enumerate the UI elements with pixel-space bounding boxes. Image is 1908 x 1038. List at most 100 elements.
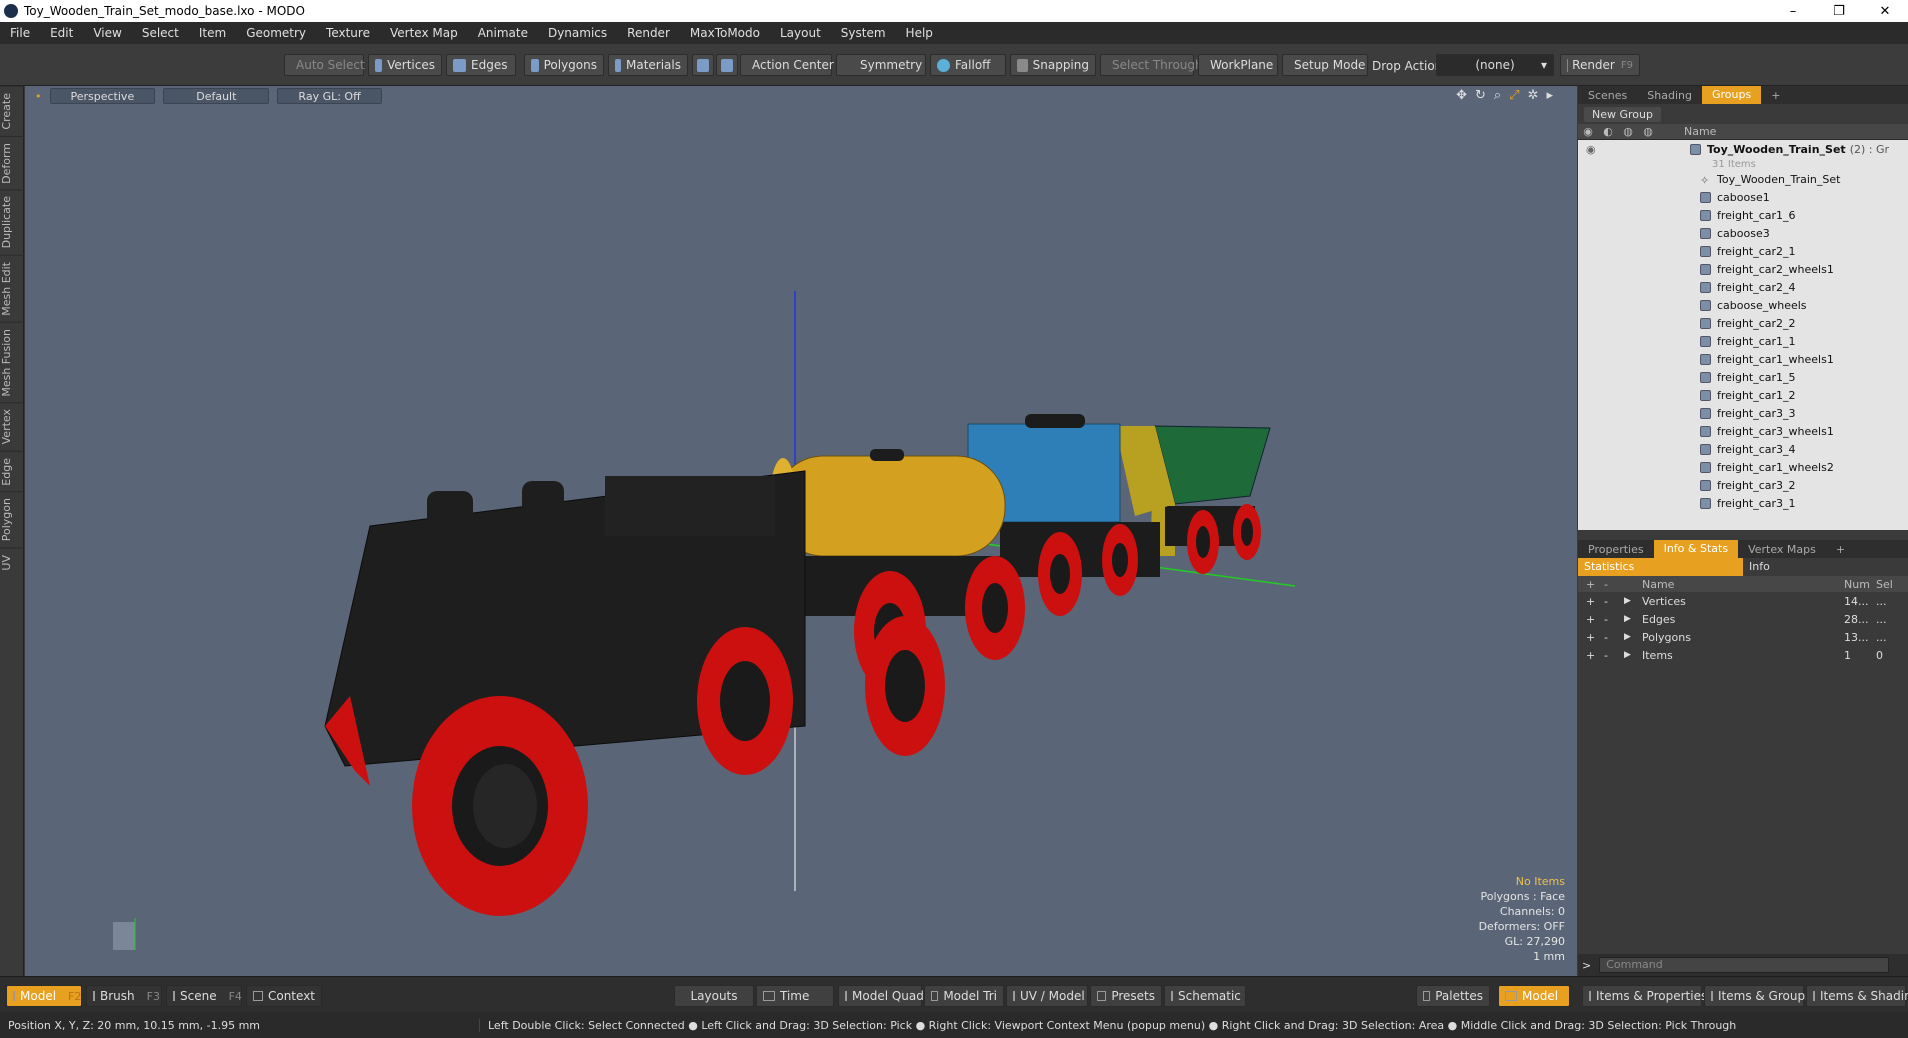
model-layout-button[interactable]: Model F2 (6, 985, 82, 1007)
collapse-icon[interactable]: - (1604, 649, 1608, 662)
list-item[interactable]: freight_car3_2 (1578, 476, 1908, 494)
tab-shading[interactable]: Shading (1637, 89, 1702, 102)
tab-polygon[interactable]: Polygon (0, 491, 24, 548)
stats-row-polygons[interactable]: + - ▶ Polygons 13... ... (1578, 628, 1908, 646)
collapse-all-icon[interactable]: - (1604, 578, 1608, 591)
menu-layout[interactable]: Layout (770, 26, 831, 40)
tab-create[interactable]: Create (0, 86, 24, 136)
tab-edge[interactable]: Edge (0, 450, 24, 492)
snapping-button[interactable]: Snapping (1010, 54, 1096, 76)
layouts-button[interactable]: Layouts (674, 985, 754, 1007)
items-properties-button[interactable]: Items & Properties (1582, 985, 1707, 1007)
schematic-button[interactable]: Schematic (1164, 985, 1246, 1007)
menu-dynamics[interactable]: Dynamics (538, 26, 617, 40)
expand-icon[interactable]: + (1586, 595, 1595, 608)
time-button[interactable]: Time (756, 985, 834, 1007)
list-item[interactable]: freight_car1_6 (1578, 206, 1908, 224)
stats-row-vertices[interactable]: + - ▶ Vertices 14... ... (1578, 592, 1908, 610)
scene-layout-button[interactable]: Scene F4 (166, 985, 242, 1007)
group-root[interactable]: ◉ Toy_Wooden_Train_Set (2) : Gr (1578, 140, 1908, 158)
list-item[interactable]: freight_car3_3 (1578, 404, 1908, 422)
group-list[interactable]: ◉ Toy_Wooden_Train_Set (2) : Gr 31 Items… (1578, 140, 1908, 530)
presets-button[interactable]: Presets (1090, 985, 1162, 1007)
menu-system[interactable]: System (831, 26, 896, 40)
minimize-button[interactable]: – (1770, 4, 1816, 19)
tab-vertex[interactable]: Vertex (0, 402, 24, 451)
mode-toggle-1[interactable] (692, 54, 714, 76)
list-item[interactable]: ✧ Toy_Wooden_Train_Set (1578, 170, 1908, 188)
list-item[interactable]: caboose1 (1578, 188, 1908, 206)
brush-layout-button[interactable]: Brush F3 (86, 985, 162, 1007)
auto-select-button[interactable]: Auto Select (284, 54, 365, 76)
items-groups-button[interactable]: Items & Groups (1704, 985, 1811, 1007)
action-center-button[interactable]: Action Center (740, 54, 834, 76)
tab-uv[interactable]: UV (0, 547, 24, 577)
list-item[interactable]: freight_car1_1 (1578, 332, 1908, 350)
expand-icon[interactable]: + (1586, 631, 1595, 644)
palettes-button[interactable]: Palettes (1416, 985, 1490, 1007)
list-item[interactable]: freight_car2_1 (1578, 242, 1908, 260)
uv-model-button[interactable]: UV / Model (1006, 985, 1088, 1007)
items-shading-button[interactable]: Items & Shading (1806, 985, 1908, 1007)
3d-viewport[interactable]: • Perspective Default Ray GL: Off ✥ ↻ ⌕ … (25, 86, 1577, 976)
materials-button[interactable]: Materials (608, 54, 688, 76)
menu-texture[interactable]: Texture (316, 26, 380, 40)
list-item[interactable]: freight_car2_4 (1578, 278, 1908, 296)
menu-maxtomodo[interactable]: MaxToModo (680, 26, 770, 40)
collapse-icon[interactable]: - (1604, 595, 1608, 608)
tab-mesh-edit[interactable]: Mesh Edit (0, 254, 24, 322)
command-input[interactable]: Command (1599, 957, 1890, 973)
tab-vertex-maps[interactable]: Vertex Maps (1738, 543, 1826, 556)
add-tab-button[interactable]: + (1826, 543, 1855, 556)
list-item[interactable]: freight_car2_wheels1 (1578, 260, 1908, 278)
tab-duplicate[interactable]: Duplicate (0, 189, 24, 255)
menu-select[interactable]: Select (132, 26, 189, 40)
menu-help[interactable]: Help (896, 26, 943, 40)
edges-button[interactable]: Edges (446, 54, 516, 76)
model-quad-button[interactable]: Model Quad (838, 985, 924, 1007)
mode-toggle-2[interactable] (716, 54, 738, 76)
menu-file[interactable]: File (0, 26, 40, 40)
expand-all-icon[interactable]: + (1586, 578, 1595, 591)
collapse-icon[interactable]: - (1604, 631, 1608, 644)
model-mode-button[interactable]: Model (1498, 985, 1570, 1007)
menu-render[interactable]: Render (617, 26, 680, 40)
workplane-button[interactable]: WorkPlane (1198, 54, 1278, 76)
tab-deform[interactable]: Deform (0, 135, 24, 190)
expand-icon[interactable]: + (1586, 613, 1595, 626)
new-group-button[interactable]: New Group (1584, 106, 1661, 122)
list-item[interactable]: freight_car1_2 (1578, 386, 1908, 404)
stats-row-edges[interactable]: + - ▶ Edges 28... ... (1578, 610, 1908, 628)
restore-button[interactable]: ❐ (1816, 4, 1862, 19)
list-item[interactable]: caboose_wheels (1578, 296, 1908, 314)
list-item[interactable]: caboose3 (1578, 224, 1908, 242)
list-item[interactable]: freight_car3_4 (1578, 440, 1908, 458)
menu-vertex-map[interactable]: Vertex Map (380, 26, 468, 40)
eye-toggle-icon[interactable]: ◉ (1586, 143, 1596, 156)
menu-animate[interactable]: Animate (468, 26, 538, 40)
tab-scenes[interactable]: Scenes (1578, 89, 1637, 102)
setup-mode-button[interactable]: Setup Mode (1282, 54, 1368, 76)
stats-row-items[interactable]: + - ▶ Items 1 0 (1578, 646, 1908, 664)
tab-info[interactable]: Info (1743, 558, 1908, 576)
menu-geometry[interactable]: Geometry (236, 26, 316, 40)
tab-info-stats[interactable]: Info & Stats (1653, 540, 1739, 558)
list-item[interactable]: freight_car2_2 (1578, 314, 1908, 332)
list-item[interactable]: freight_car1_wheels1 (1578, 350, 1908, 368)
tab-mesh-fusion[interactable]: Mesh Fusion (0, 321, 24, 403)
render-button[interactable]: Render F9 (1560, 54, 1640, 76)
tab-properties[interactable]: Properties (1578, 543, 1654, 556)
add-tab-button[interactable]: + (1761, 89, 1790, 102)
falloff-button[interactable]: Falloff (930, 54, 1006, 76)
context-layout-button[interactable]: Context (246, 985, 322, 1007)
collapse-icon[interactable]: - (1604, 613, 1608, 626)
tab-statistics[interactable]: Statistics (1578, 558, 1743, 576)
drop-action-dropdown[interactable]: (none) ▾ (1436, 54, 1554, 76)
list-item[interactable]: freight_car1_5 (1578, 368, 1908, 386)
model-tri-button[interactable]: Model Tri (924, 985, 1004, 1007)
polygons-button[interactable]: Polygons (524, 54, 604, 76)
list-item[interactable]: freight_car3_wheels1 (1578, 422, 1908, 440)
expand-icon[interactable]: + (1586, 649, 1595, 662)
menu-item[interactable]: Item (189, 26, 236, 40)
symmetry-button[interactable]: Symmetry (836, 54, 926, 76)
